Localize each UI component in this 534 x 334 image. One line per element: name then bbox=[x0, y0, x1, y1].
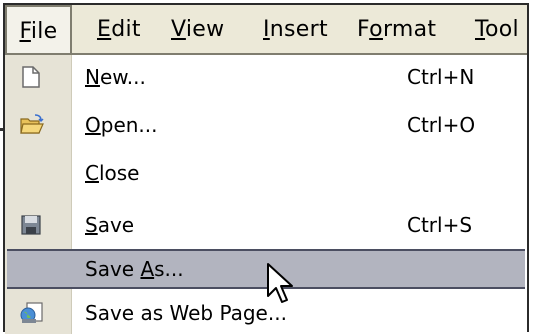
menu-edit-label: Edit bbox=[97, 16, 141, 42]
menu-bar: File Edit View Insert Format Tool bbox=[5, 5, 527, 55]
edge-tick bbox=[0, 128, 3, 131]
menu-tools-label: Tool bbox=[475, 16, 519, 42]
menu-file-label: File bbox=[19, 18, 58, 44]
menu-item-save-as-web-page-label: Save as Web Page... bbox=[85, 301, 287, 325]
menu-item-open[interactable]: Open... Ctrl+O bbox=[5, 105, 527, 145]
menu-insert-label: Insert bbox=[263, 16, 328, 42]
menu-item-close-label: Close bbox=[85, 161, 140, 185]
menu-item-open-shortcut: Ctrl+O bbox=[407, 113, 476, 137]
mouse-cursor-icon bbox=[267, 263, 293, 303]
menu-format[interactable]: Format bbox=[357, 5, 436, 53]
floppy-disk-icon bbox=[19, 213, 43, 237]
menu-view[interactable]: View bbox=[171, 5, 224, 53]
menu-tools[interactable]: Tool bbox=[475, 5, 519, 53]
menu-edit[interactable]: Edit bbox=[97, 5, 141, 53]
menu-view-label: View bbox=[171, 16, 225, 42]
menu-item-new-label: New... bbox=[85, 65, 146, 89]
menu-item-new[interactable]: New... Ctrl+N bbox=[5, 57, 527, 97]
menu-item-save[interactable]: Save Ctrl+S bbox=[5, 205, 527, 245]
menu-item-save-label: Save bbox=[85, 213, 135, 237]
new-document-icon bbox=[19, 65, 43, 89]
web-page-icon bbox=[19, 301, 43, 325]
menu-item-new-shortcut: Ctrl+N bbox=[407, 65, 475, 89]
menu-item-open-label: Open... bbox=[85, 113, 158, 137]
menu-file[interactable]: File bbox=[5, 5, 72, 55]
open-folder-icon bbox=[19, 113, 44, 137]
menu-format-label: Format bbox=[357, 16, 437, 42]
menu-insert[interactable]: Insert bbox=[263, 5, 328, 53]
menu-item-save-shortcut: Ctrl+S bbox=[407, 213, 473, 237]
menu-item-close[interactable]: Close bbox=[5, 153, 527, 193]
menu-item-save-as-label: Save As... bbox=[85, 257, 184, 281]
